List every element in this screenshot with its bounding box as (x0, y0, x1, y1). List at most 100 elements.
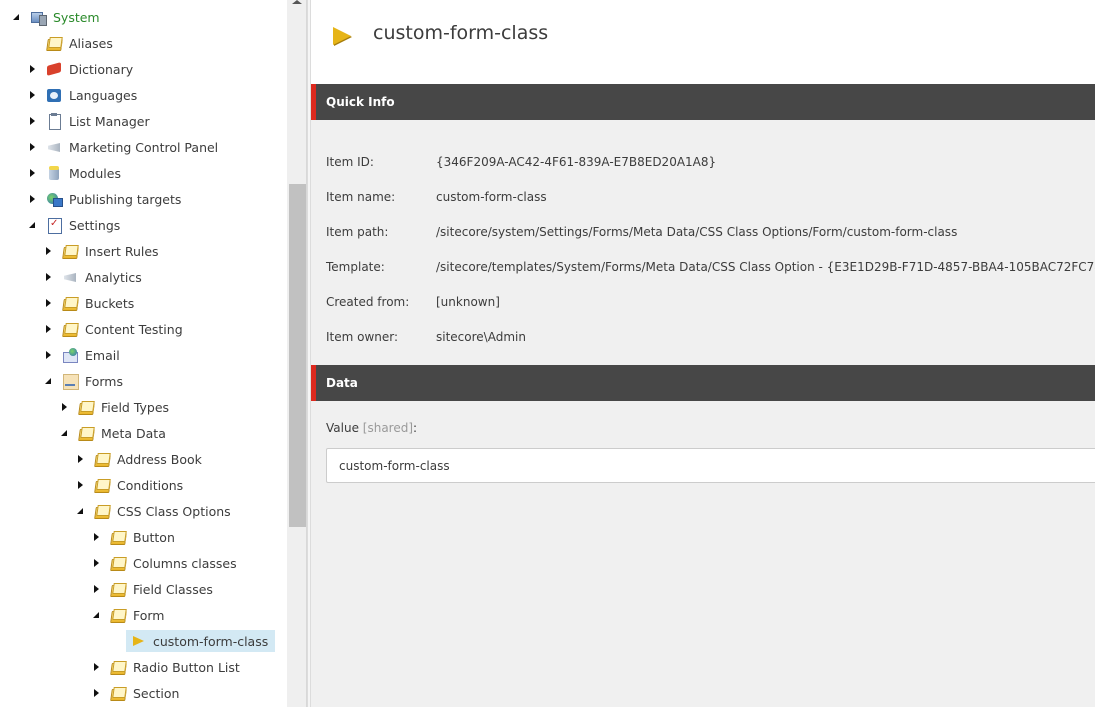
tree-node[interactable]: Analytics (44, 266, 145, 288)
tree-node[interactable]: Button (92, 526, 178, 548)
tree-node-label[interactable]: Forms (82, 372, 126, 391)
tree-node-label[interactable]: Form (130, 606, 168, 625)
scroll-up-arrow-icon[interactable] (292, 0, 302, 4)
tree-node-label[interactable]: Dictionary (66, 60, 136, 79)
selected-node-highlight[interactable]: custom-form-class (126, 630, 276, 652)
tree-node[interactable]: Modules (28, 162, 124, 184)
tree-node-label[interactable]: Conditions (114, 476, 186, 495)
collapse-toggle-icon[interactable] (76, 506, 86, 516)
scrollbar-thumb[interactable] (289, 184, 306, 527)
tree-node-label[interactable]: Email (82, 346, 123, 365)
tree-node-content[interactable]: Settings (46, 216, 123, 235)
expand-toggle-icon[interactable] (44, 324, 54, 334)
expand-toggle-icon[interactable] (28, 168, 38, 178)
tree-node[interactable]: Meta Data (60, 422, 169, 444)
tree-node-label[interactable]: Languages (66, 86, 140, 105)
expand-toggle-icon[interactable] (92, 662, 102, 672)
expand-toggle-icon[interactable] (76, 454, 86, 464)
tree-node-content[interactable]: System (30, 8, 103, 27)
tree-node-label[interactable]: Settings (66, 216, 123, 235)
tree-node[interactable]: Languages (28, 84, 140, 106)
tree-node[interactable]: Radio Button List (92, 656, 243, 678)
tree-node-content[interactable]: Form (110, 606, 168, 625)
tree-node-content[interactable]: Languages (46, 86, 140, 105)
expand-toggle-icon[interactable] (28, 90, 38, 100)
tree-node[interactable]: Insert Rules (44, 240, 162, 262)
expand-toggle-icon[interactable] (92, 532, 102, 542)
tree-node-label[interactable]: Aliases (66, 34, 116, 53)
tree-node[interactable]: Email (44, 344, 123, 366)
tree-node[interactable]: Conditions (76, 474, 186, 496)
tree-node[interactable]: custom-form-class (108, 630, 276, 652)
tree-node-label[interactable]: Columns classes (130, 554, 240, 573)
tree-node[interactable]: Dictionary (28, 58, 136, 80)
tree-node[interactable]: Publishing targets (28, 188, 184, 210)
expand-toggle-icon[interactable] (44, 350, 54, 360)
tree-node-label[interactable]: List Manager (66, 112, 153, 131)
quick-info-section-header[interactable]: Quick Info (311, 84, 1095, 120)
tree-node-label[interactable]: Field Classes (130, 580, 216, 599)
tree-node-content[interactable]: CSS Class Options (94, 502, 234, 521)
collapse-toggle-icon[interactable] (12, 12, 22, 22)
tree-node-content[interactable]: Marketing Control Panel (46, 138, 221, 157)
tree-node[interactable]: Settings (28, 214, 123, 236)
tree-node[interactable]: Columns classes (92, 552, 240, 574)
tree-node[interactable]: System (12, 6, 103, 28)
expand-toggle-icon[interactable] (44, 246, 54, 256)
tree-node-content[interactable]: Insert Rules (62, 242, 162, 261)
tree-node-label[interactable]: Section (130, 684, 182, 703)
tree-node-content[interactable]: Buckets (62, 294, 137, 313)
expand-toggle-icon[interactable] (28, 64, 38, 74)
expand-toggle-icon[interactable] (28, 194, 38, 204)
tree-node[interactable]: Content Testing (44, 318, 186, 340)
value-field-input[interactable] (326, 448, 1095, 483)
tree-node-content[interactable]: Field Types (78, 398, 172, 417)
tree-node-label[interactable]: Buckets (82, 294, 137, 313)
tree-node[interactable]: Aliases (28, 32, 116, 54)
tree-node[interactable]: CSS Class Options (76, 500, 234, 522)
tree-node-label[interactable]: Content Testing (82, 320, 186, 339)
tree-scrollbar[interactable] (287, 0, 307, 707)
tree-node-label[interactable]: Field Types (98, 398, 172, 417)
tree-node-content[interactable]: Email (62, 346, 123, 365)
tree-node[interactable]: Field Types (60, 396, 172, 418)
tree-node-content[interactable]: Forms (62, 372, 126, 391)
tree-node-label[interactable]: System (50, 8, 103, 27)
tree-node-content[interactable]: Conditions (94, 476, 186, 495)
expand-toggle-icon[interactable] (92, 584, 102, 594)
tree-node-content[interactable]: List Manager (46, 112, 153, 131)
tree-node[interactable]: Section (92, 682, 182, 704)
tree-node-content[interactable]: Radio Button List (110, 658, 243, 677)
tree-node-content[interactable]: Analytics (62, 268, 145, 287)
tree-node-label[interactable]: Meta Data (98, 424, 169, 443)
tree-node-content[interactable]: Modules (46, 164, 124, 183)
tree-node-content[interactable]: Address Book (94, 450, 205, 469)
tree-node-content[interactable]: Aliases (46, 34, 116, 53)
expand-toggle-icon[interactable] (92, 688, 102, 698)
tree-node-content[interactable]: Columns classes (110, 554, 240, 573)
tree-node-content[interactable]: Publishing targets (46, 190, 184, 209)
tree-node-content[interactable]: Content Testing (62, 320, 186, 339)
tree-node-content[interactable]: Dictionary (46, 60, 136, 79)
data-section-header[interactable]: Data (311, 365, 1095, 401)
tree-node-label[interactable]: CSS Class Options (114, 502, 234, 521)
tree-node-label[interactable]: custom-form-class (150, 632, 271, 651)
expand-toggle-icon[interactable] (44, 298, 54, 308)
tree-node-label[interactable]: Modules (66, 164, 124, 183)
tree-node[interactable]: Forms (44, 370, 126, 392)
tree-node[interactable]: Address Book (76, 448, 205, 470)
tree-node[interactable]: Buckets (44, 292, 137, 314)
collapse-toggle-icon[interactable] (28, 220, 38, 230)
expand-toggle-icon[interactable] (60, 402, 70, 412)
expand-toggle-icon[interactable] (92, 558, 102, 568)
tree-node[interactable]: Field Classes (92, 578, 216, 600)
tree-node-content[interactable]: Meta Data (78, 424, 169, 443)
collapse-toggle-icon[interactable] (44, 376, 54, 386)
tree-node-label[interactable]: Radio Button List (130, 658, 243, 677)
collapse-toggle-icon[interactable] (92, 610, 102, 620)
tree-node-content[interactable]: Field Classes (110, 580, 216, 599)
expand-toggle-icon[interactable] (28, 142, 38, 152)
expand-toggle-icon[interactable] (28, 116, 38, 126)
tree-node-label[interactable]: Publishing targets (66, 190, 184, 209)
tree-node[interactable]: Form (92, 604, 168, 626)
